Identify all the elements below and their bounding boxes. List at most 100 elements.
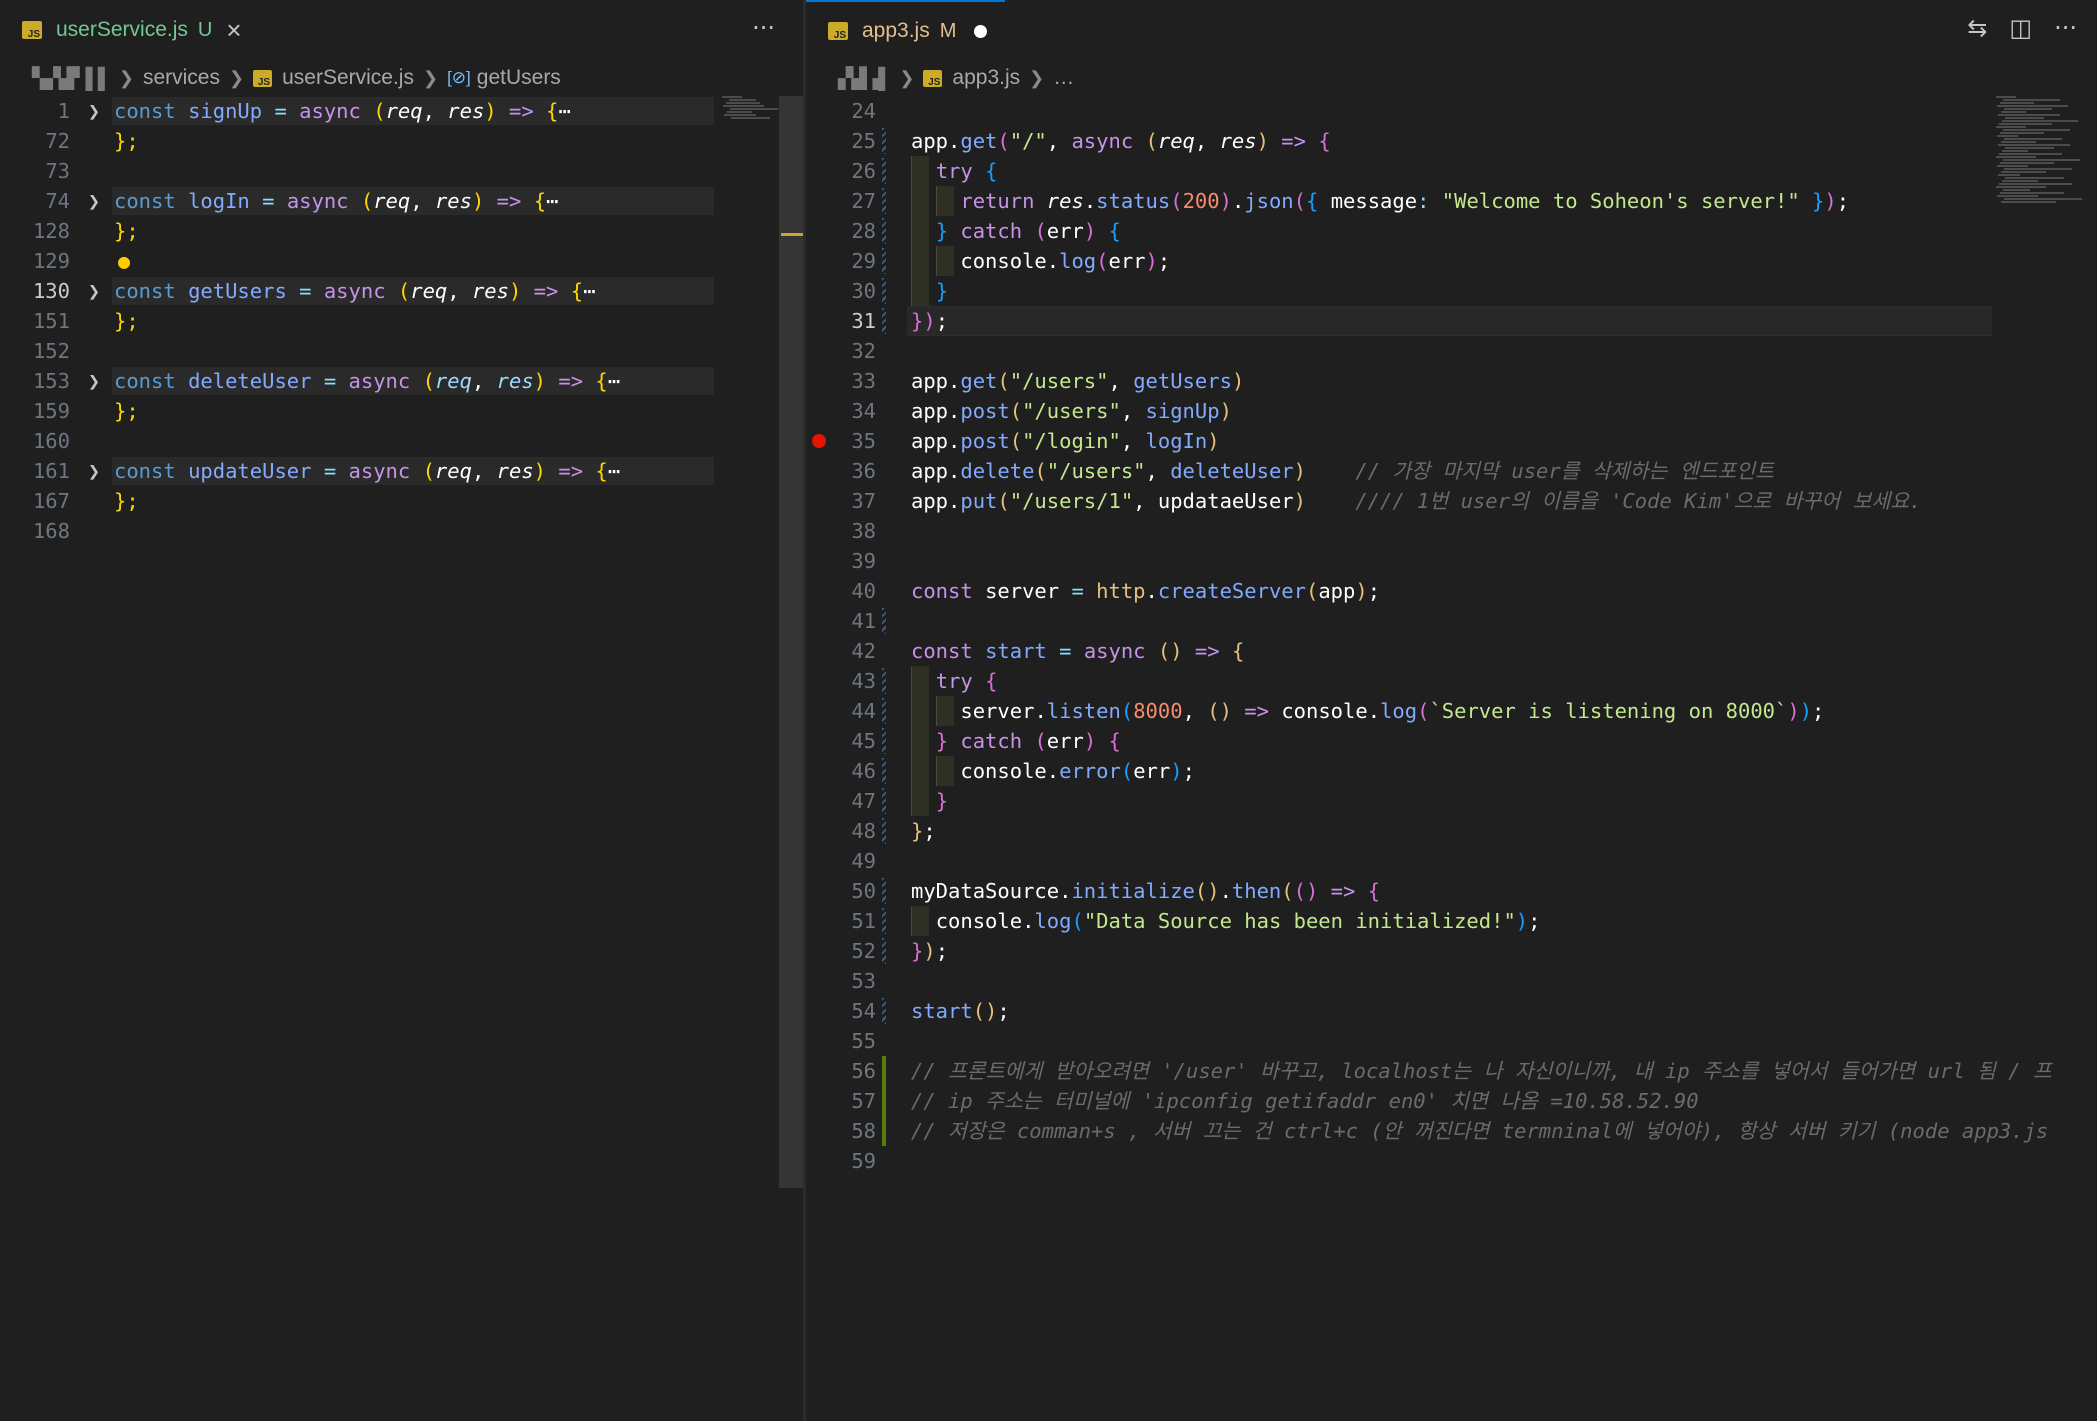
line-number[interactable]: 54 <box>806 996 876 1026</box>
git-modified-gutter[interactable] <box>882 758 886 784</box>
right-code-editor[interactable]: 24 25 app.get("/", async (req, res) => {26… <box>806 96 2097 1421</box>
code-line[interactable]: 57 // ip 주소는 터미널에 'ipconfig getifaddr en0… <box>806 1086 2097 1116</box>
git-modified-gutter[interactable] <box>882 818 886 844</box>
fold-chevron-icon[interactable]: ❯ <box>88 276 100 306</box>
code-line[interactable]: 153 ❯ const deleteUser = async (req, res) … <box>0 366 803 396</box>
breadcrumb-symbol[interactable]: getUsers <box>477 66 561 90</box>
code-line[interactable]: 128}; <box>0 216 803 246</box>
line-number[interactable]: 31 <box>806 306 876 336</box>
code-line[interactable]: 59 <box>806 1146 2097 1176</box>
git-modified-gutter[interactable] <box>882 128 886 154</box>
line-number[interactable]: 30 <box>806 276 876 306</box>
line-number[interactable]: 50 <box>806 876 876 906</box>
code-line[interactable]: 40 const server = http.createServer(app); <box>806 576 2097 606</box>
git-modified-gutter[interactable] <box>882 668 886 694</box>
breadcrumb-file[interactable]: app3.js <box>952 66 1020 90</box>
line-number[interactable]: 49 <box>806 846 876 876</box>
line-number[interactable]: 53 <box>806 966 876 996</box>
line-number[interactable]: 33 <box>806 366 876 396</box>
code-line[interactable]: 73 <box>0 156 803 186</box>
code-line[interactable]: 35 app.post("/login", logIn) <box>806 426 2097 456</box>
open-changes-icon[interactable]: ⇆ <box>1967 14 1987 42</box>
git-added-gutter[interactable] <box>882 1116 886 1146</box>
code-line[interactable]: 55 <box>806 1026 2097 1056</box>
code-text[interactable]: start(); <box>911 996 1010 1026</box>
line-number[interactable]: 44 <box>806 696 876 726</box>
code-text[interactable]: } catch (err) { <box>911 726 1121 756</box>
tab-app3-js[interactable]: JS app3.js M <box>806 0 1006 60</box>
line-number[interactable]: 128 <box>0 216 70 246</box>
line-number[interactable]: 56 <box>806 1056 876 1086</box>
code-line[interactable]: 45 } catch (err) { <box>806 726 2097 756</box>
line-number[interactable]: 52 <box>806 936 876 966</box>
code-line[interactable]: 50 myDataSource.initialize().then(() => { <box>806 876 2097 906</box>
code-line[interactable]: 48}; <box>806 816 2097 846</box>
line-number[interactable]: 73 <box>0 156 70 186</box>
line-number[interactable]: 167 <box>0 486 70 516</box>
line-number[interactable]: 42 <box>806 636 876 666</box>
line-number[interactable]: 26 <box>806 156 876 186</box>
line-number[interactable]: 152 <box>0 336 70 366</box>
code-text[interactable]: } <box>911 276 948 306</box>
line-number[interactable]: 57 <box>806 1086 876 1116</box>
minimap[interactable] <box>722 96 778 126</box>
line-number[interactable]: 43 <box>806 666 876 696</box>
code-text[interactable]: console.log(err); <box>911 246 1170 276</box>
code-text[interactable]: const signUp = async (req, res) => {⋯ <box>114 96 571 126</box>
git-modified-gutter[interactable] <box>882 608 886 634</box>
code-line[interactable]: 28 } catch (err) { <box>806 216 2097 246</box>
code-line[interactable]: 51 console.log("Data Source has been ini… <box>806 906 2097 936</box>
code-line[interactable]: 29 console.log(err); <box>806 246 2097 276</box>
code-line[interactable]: 54 start(); <box>806 996 2097 1026</box>
left-code-editor[interactable]: 1 ❯ const signUp = async (req, res) => {⋯ 7… <box>0 96 803 1421</box>
code-line[interactable]: 42 const start = async () => { <box>806 636 2097 666</box>
more-actions-icon[interactable]: ··· <box>2054 14 2077 42</box>
close-icon[interactable]: × <box>226 17 241 43</box>
code-line[interactable]: 34 app.post("/users", signUp) <box>806 396 2097 426</box>
code-line[interactable]: 161 ❯ const updateUser = async (req, res) … <box>0 456 803 486</box>
code-text[interactable]: const getUsers = async (req, res) => {⋯ <box>114 276 595 306</box>
git-modified-gutter[interactable] <box>882 788 886 814</box>
code-text[interactable]: }); <box>911 306 948 336</box>
code-line[interactable]: 26 try { <box>806 156 2097 186</box>
code-text[interactable]: app.put("/users/1", updataeUser) //// 1번… <box>911 486 1921 516</box>
tab-userservice-js[interactable]: JS userService.js U × <box>0 0 260 60</box>
line-number[interactable]: 36 <box>806 456 876 486</box>
code-line[interactable]: 25 app.get("/", async (req, res) => { <box>806 126 2097 156</box>
line-number[interactable]: 72 <box>0 126 70 156</box>
code-text[interactable]: try { <box>911 666 998 696</box>
code-line[interactable]: 168 <box>0 516 803 546</box>
line-number[interactable]: 58 <box>806 1116 876 1146</box>
code-line[interactable]: 46 console.error(err); <box>806 756 2097 786</box>
line-number[interactable]: 48 <box>806 816 876 846</box>
git-modified-gutter[interactable] <box>882 308 886 334</box>
lightbulb-icon[interactable]: ● <box>118 246 130 276</box>
code-line[interactable]: 24 <box>806 96 2097 126</box>
fold-chevron-icon[interactable]: ❯ <box>88 456 100 486</box>
code-line[interactable]: 129 ● <box>0 246 803 276</box>
split-editor-icon[interactable]: ◫ <box>2009 14 2032 42</box>
code-line[interactable]: 47 } <box>806 786 2097 816</box>
code-text[interactable]: app.get("/", async (req, res) => { <box>911 126 1331 156</box>
git-modified-gutter[interactable] <box>882 698 886 724</box>
line-number[interactable]: 160 <box>0 426 70 456</box>
code-line[interactable]: 39 <box>806 546 2097 576</box>
code-line[interactable]: 32 <box>806 336 2097 366</box>
line-number[interactable]: 151 <box>0 306 70 336</box>
line-number[interactable]: 130 <box>0 276 70 306</box>
code-line[interactable]: 130 ❯ const getUsers = async (req, res) =>… <box>0 276 803 306</box>
code-text[interactable]: try { <box>911 156 998 186</box>
code-line[interactable]: 37 app.put("/users/1", updataeUser) //// … <box>806 486 2097 516</box>
code-text[interactable]: }; <box>114 396 139 426</box>
code-text[interactable]: const server = http.createServer(app); <box>911 576 1380 606</box>
minimap[interactable] <box>1996 96 2092 216</box>
line-number[interactable]: 38 <box>806 516 876 546</box>
code-text[interactable]: // 저장은 comman+s , 서버 끄는 건 ctrl+c (안 꺼진다면… <box>911 1116 2048 1146</box>
git-modified-gutter[interactable] <box>882 998 886 1024</box>
code-text[interactable]: console.error(err); <box>911 756 1195 786</box>
line-number[interactable]: 41 <box>806 606 876 636</box>
breakpoint-icon[interactable] <box>812 434 826 448</box>
line-number[interactable]: 37 <box>806 486 876 516</box>
code-text[interactable]: // ip 주소는 터미널에 'ipconfig getifaddr en0' … <box>911 1086 1699 1116</box>
code-line[interactable]: 159}; <box>0 396 803 426</box>
